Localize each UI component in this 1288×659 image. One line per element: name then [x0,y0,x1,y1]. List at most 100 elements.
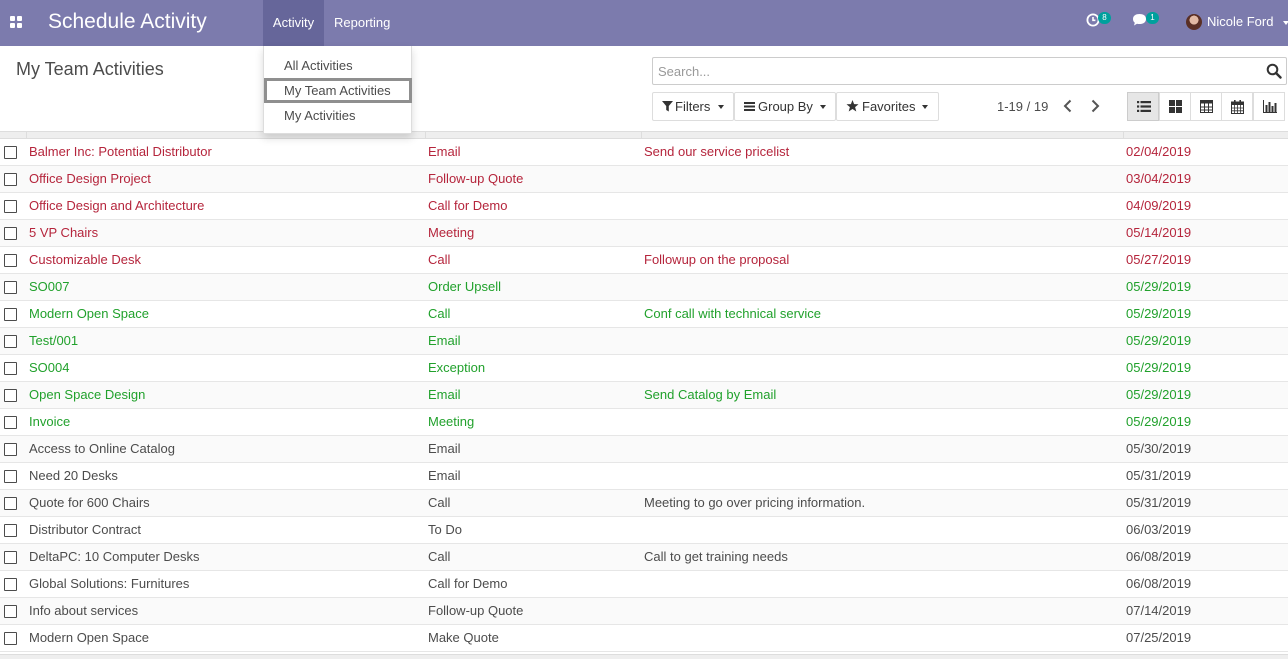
table-row[interactable]: Office Design and Architecture Call for D… [0,193,1288,220]
summary-cell: Call to get training needs [644,549,788,564]
row-checkbox[interactable] [4,632,17,645]
table-row[interactable]: Modern Open Space Call Conf call with tech… [0,301,1288,328]
activity-type-cell: Call for Demo [428,198,508,213]
row-checkbox[interactable] [4,146,17,159]
search-icon[interactable] [1266,63,1282,79]
activity-type-cell: Follow-up Quote [428,603,524,618]
calendar-view-button[interactable] [1221,92,1253,121]
search-input[interactable] [653,58,1253,84]
breadcrumb-title: My Team Activities [16,59,164,79]
menu-reporting[interactable]: Reporting [324,0,400,46]
due-date-cell: 05/29/2019 [1126,360,1192,375]
graph-view-button[interactable] [1253,92,1285,121]
due-date-cell: 05/14/2019 [1126,225,1192,240]
row-checkbox[interactable] [4,281,17,294]
table-row[interactable]: SO007 Order Upsell 05/29/2019 [0,274,1288,301]
row-checkbox[interactable] [4,227,17,240]
activity-type-cell: Order Upsell [428,279,501,294]
activity-type-cell: Email [428,441,461,456]
table-row[interactable]: Balmer Inc: Potential Distributor Email Se… [0,139,1288,166]
due-date-cell: 05/30/2019 [1126,441,1192,456]
row-checkbox[interactable] [4,254,17,267]
record-name-cell: Office Design and Architecture [29,198,205,213]
pager-value[interactable]: 1-19 / 19 [997,99,1048,114]
row-checkbox[interactable] [4,362,17,375]
record-name-cell: Info about services [29,603,139,618]
row-checkbox[interactable] [4,605,17,618]
pager-previous-icon[interactable] [1061,98,1077,114]
table-row[interactable]: Quote for 600 Chairs Call Meeting to go ov… [0,490,1288,517]
row-checkbox[interactable] [4,173,17,186]
record-name-cell: Modern Open Space [29,630,149,645]
summary-cell: Send Catalog by Email [644,387,777,402]
row-checkbox[interactable] [4,200,17,213]
row-checkbox[interactable] [4,443,17,456]
menu-activity[interactable]: Activity [263,0,324,46]
kanban-view-button[interactable] [1159,92,1191,121]
table-row[interactable]: Distributor Contract To Do 06/03/2019 [0,517,1288,544]
activity-count-badge: 8 [1098,12,1111,24]
caret-down-icon [922,105,928,109]
table-row[interactable]: Need 20 Desks Email 05/31/2019 [0,463,1288,490]
record-name-cell: Need 20 Desks [29,468,118,483]
calendar-icon [1231,100,1244,114]
table-row[interactable]: Test/001 Email 05/29/2019 [0,328,1288,355]
apps-menu-icon[interactable] [10,16,23,29]
row-checkbox[interactable] [4,524,17,537]
list-view-icon [1137,101,1151,112]
table-row[interactable]: Open Space Design Email Send Catalog by Em… [0,382,1288,409]
filters-button[interactable]: Filters [652,92,734,121]
due-date-cell: 06/08/2019 [1126,576,1192,591]
top-navbar: Schedule Activity Activity Reporting 8 1… [0,0,1288,46]
due-date-cell: 05/29/2019 [1126,333,1192,348]
activity-type-cell: Call for Demo [428,576,508,591]
table-grid-icon [1200,100,1213,113]
group-by-button[interactable]: Group By [734,92,836,121]
row-checkbox[interactable] [4,335,17,348]
activity-type-cell: Meeting [428,225,475,240]
favorites-button[interactable]: Favorites [836,92,939,121]
row-checkbox[interactable] [4,389,17,402]
bar-chart-icon [1263,100,1277,113]
menu-item-my-team-activities[interactable]: My Team Activities [264,78,412,103]
record-name-cell: Customizable Desk [29,252,141,267]
table-row[interactable]: Invoice Meeting 05/29/2019 [0,409,1288,436]
record-name-cell: Global Solutions: Furnitures [29,576,190,591]
record-name-cell: Quote for 600 Chairs [29,495,150,510]
table-row[interactable]: Customizable Desk Call Followup on the pro… [0,247,1288,274]
record-name-cell: Office Design Project [29,171,151,186]
menu-item-my-activities[interactable]: My Activities [264,103,412,128]
activity-type-cell: To Do [428,522,462,537]
table-row[interactable]: Office Design Project Follow-up Quote 03/0… [0,166,1288,193]
table-row[interactable]: 5 VP Chairs Meeting 05/14/2019 [0,220,1288,247]
summary-cell: Followup on the proposal [644,252,790,267]
table-row[interactable]: DeltaPC: 10 Computer Desks Call Call to ge… [0,544,1288,571]
user-avatar [1186,14,1202,30]
record-name-cell: Invoice [29,414,71,429]
activity-type-cell: Follow-up Quote [428,171,524,186]
row-checkbox[interactable] [4,308,17,321]
activity-type-cell: Email [428,144,461,159]
table-row[interactable]: Global Solutions: Furnitures Call for Dem… [0,571,1288,598]
activity-type-cell: Call [428,306,451,321]
due-date-cell: 05/29/2019 [1126,414,1192,429]
record-name-cell: Balmer Inc: Potential Distributor [29,144,212,159]
table-row[interactable]: Access to Online Catalog Email 05/30/2019 [0,436,1288,463]
table-row[interactable]: Info about services Follow-up Quote 07/14/… [0,598,1288,625]
menu-item-all-activities[interactable]: All Activities [264,53,412,78]
star-icon [846,100,859,112]
row-checkbox[interactable] [4,497,17,510]
row-checkbox[interactable] [4,551,17,564]
row-checkbox[interactable] [4,470,17,483]
filters-label: Filters [675,99,711,114]
row-checkbox[interactable] [4,416,17,429]
search-bar [652,57,1287,85]
pivot-view-button[interactable] [1190,92,1222,121]
pager-next-icon[interactable] [1088,98,1104,114]
activity-type-cell: Meeting [428,414,475,429]
table-row[interactable]: SO004 Exception 05/29/2019 [0,355,1288,382]
activity-type-cell: Exception [428,360,486,375]
table-row[interactable]: Modern Open Space Make Quote 07/25/2019 [0,625,1288,652]
list-view-button[interactable] [1127,92,1159,121]
row-checkbox[interactable] [4,578,17,591]
